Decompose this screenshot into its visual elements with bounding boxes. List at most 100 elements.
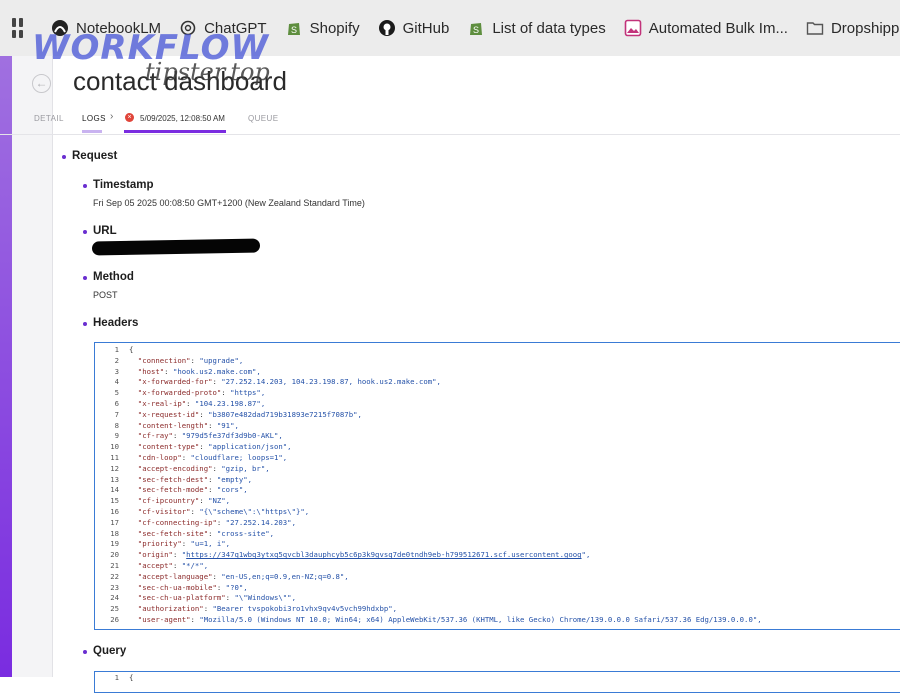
json-value: "\"Windows\"", <box>234 593 296 603</box>
code-line: 12 "accept-encoding": "gzip, br", <box>95 464 762 475</box>
json-value: "104.23.198.87", <box>194 398 266 408</box>
tab-bar: DETAIL LOGS › × 5/09/2025, 12:08:50 AM Q… <box>0 110 900 135</box>
bullet <box>83 650 87 654</box>
line-number: 12 <box>110 463 119 473</box>
code-line: 7 "x-request-id": "b3807e482dad719b31893… <box>95 410 762 421</box>
json-value: "NZ", <box>208 496 231 506</box>
code-line: 23 "sec-ch-ua-mobile": "?0", <box>95 583 762 594</box>
line-number: 11 <box>110 452 119 462</box>
json-key: "x-forwarded-proto" <box>137 388 222 398</box>
app-sidebar-rail <box>0 56 12 677</box>
json-key: "sec-fetch-site" <box>137 528 209 538</box>
bookmark-label: Shopify <box>309 19 360 37</box>
json-key: "cf-ipcountry" <box>137 496 200 506</box>
json-value: "Bearer tvspokobi3ro1vhx9qv4v5vch99hdxbp… <box>212 604 398 614</box>
code-line: 6 "x-real-ip": "104.23.198.87", <box>95 399 762 410</box>
json-key: "sec-ch-ua-mobile" <box>137 582 217 592</box>
back-arrow-icon[interactable]: ← <box>32 74 51 93</box>
bullet <box>62 155 66 159</box>
breadcrumb-separator: › <box>110 111 114 122</box>
json-value: "u=1, i", <box>190 539 231 549</box>
line-text: "sec-ch-ua-platform": "\"Windows\"", <box>137 593 296 603</box>
shopify-icon: S <box>470 23 483 35</box>
line-number: 18 <box>110 528 119 538</box>
error-status-icon: × <box>125 113 134 122</box>
bullet <box>83 322 87 326</box>
bullet <box>83 184 87 188</box>
tab-log-entry[interactable]: 5/09/2025, 12:08:50 AM <box>140 114 225 123</box>
json-value: "hook.us2.make.com", <box>172 366 261 376</box>
json-value: "Mozilla/5.0 (Windows NT 10.0; Win64; x6… <box>199 614 762 624</box>
json-link[interactable]: https://347q1wbq3ytxq5qvcbl3dauphcyb5c6p… <box>186 550 581 559</box>
line-number: 1 <box>114 673 119 682</box>
tab-detail[interactable]: DETAIL <box>34 114 64 123</box>
line-number: 17 <box>110 517 119 527</box>
json-key: "accept-language" <box>137 571 213 581</box>
line-text: "cf-ipcountry": "NZ", <box>137 496 231 506</box>
json-key: "origin" <box>137 550 173 560</box>
line-number: 19 <box>110 539 119 549</box>
image-icon <box>624 19 642 37</box>
json-key: "cf-ray" <box>137 431 173 441</box>
bookmark-list-of-data-types[interactable]: S List of data types <box>467 19 606 37</box>
line-number: 4 <box>114 377 119 387</box>
json-value: "?0", <box>225 582 248 592</box>
headers-code-viewer[interactable]: 1{2 "connection": "upgrade", 3 "host": "h… <box>94 342 900 630</box>
line-number: 23 <box>110 582 119 592</box>
line-text: "accept-language": "en-US,en;q=0.9,en-NZ… <box>137 571 349 581</box>
query-label: Query <box>93 645 127 657</box>
line-text: "cf-connecting-ip": "27.252.14.203", <box>137 517 296 527</box>
json-value: "27.252.14.203", <box>225 517 296 527</box>
json-key: "content-length" <box>137 420 209 430</box>
bookmark-github[interactable]: GitHub <box>378 19 449 37</box>
bookmark-dropshipping-folder[interactable]: Dropshipping <box>806 19 900 37</box>
bookmark-label: Automated Bulk Im... <box>648 19 788 37</box>
tab-queue[interactable]: QUEUE <box>248 114 278 123</box>
code-line: 24 "sec-ch-ua-platform": "\"Windows\"", <box>95 593 762 604</box>
line-number: 25 <box>110 604 119 614</box>
line-text: "x-real-ip": "104.23.198.87", <box>137 398 266 408</box>
code-line: 9 "cf-ray": "979d5fe37df3d9b0-AKL", <box>95 431 762 442</box>
json-key: "host" <box>137 366 165 376</box>
line-text: "x-forwarded-proto": "https", <box>137 388 266 398</box>
json-key: "cf-connecting-ip" <box>137 517 217 527</box>
apps-grid-icon[interactable] <box>12 18 23 38</box>
line-text: "priority": "u=1, i", <box>137 539 231 549</box>
line-text: "cf-visitor": "{\"scheme\":\"https\"}", <box>137 506 310 516</box>
query-code-viewer[interactable]: 1{ <box>94 671 900 693</box>
line-number: 15 <box>110 496 119 506</box>
json-key: "authorization" <box>137 604 204 614</box>
shopify-icon: S <box>287 23 300 35</box>
line-text: "authorization": "Bearer tvspokobi3ro1vh… <box>137 604 398 614</box>
line-text: "sec-ch-ua-mobile": "?0", <box>137 582 248 592</box>
line-number: 1 <box>114 345 119 354</box>
code-brace: { <box>129 673 134 682</box>
line-number: 16 <box>110 506 119 516</box>
line-number: 2 <box>114 355 119 365</box>
line-text: "accept": "*/*", <box>137 560 209 570</box>
line-number: 6 <box>114 398 119 408</box>
line-text: "host": "hook.us2.make.com", <box>137 366 261 376</box>
bookmark-automated-bulk-import[interactable]: Automated Bulk Im... <box>624 19 788 37</box>
line-text: { <box>129 673 133 684</box>
method-label: Method <box>93 271 134 283</box>
bookmark-label: Dropshipping <box>830 19 900 37</box>
code-line: 26 "user-agent": "Mozilla/5.0 (Windows N… <box>95 614 762 626</box>
tab-logs[interactable]: LOGS <box>82 114 106 123</box>
json-value: "b3807e482dad719b31893e7215f7087b", <box>208 409 362 419</box>
code-line: 20 "origin": "https://347q1wbq3ytxq5qvcb… <box>95 550 762 561</box>
json-key: "sec-fetch-mode" <box>137 485 209 495</box>
bookmark-shopify[interactable]: S Shopify <box>285 19 360 37</box>
code-lines: 1{2 "connection": "upgrade", 3 "host": "h… <box>95 345 762 626</box>
line-number: 21 <box>110 560 119 570</box>
json-value: "{\"scheme\":\"https\"}", <box>199 506 310 516</box>
bullet <box>83 230 87 234</box>
bullet <box>83 276 87 280</box>
github-icon <box>378 20 395 36</box>
json-key: "x-real-ip" <box>137 398 187 408</box>
line-text: "connection": "upgrade", <box>137 355 244 365</box>
json-key: "x-request-id" <box>137 409 200 419</box>
code-line: 21 "accept": "*/*", <box>95 561 762 572</box>
json-value: "gzip, br", <box>221 463 270 473</box>
timestamp-value: Fri Sep 05 2025 00:08:50 GMT+1200 (New Z… <box>93 198 365 208</box>
